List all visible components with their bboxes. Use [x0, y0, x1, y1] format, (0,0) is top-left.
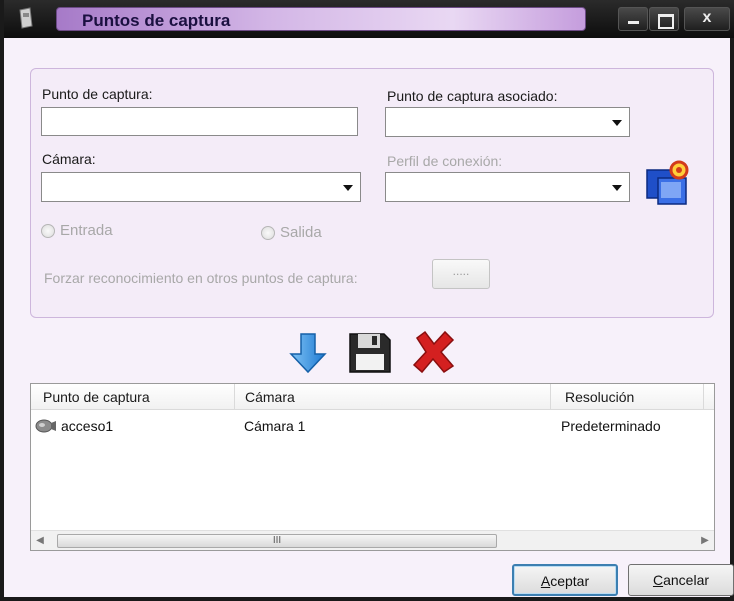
connection-profile-select[interactable]	[385, 172, 630, 202]
associated-point-select[interactable]	[385, 107, 630, 137]
delete-x-icon[interactable]	[409, 328, 457, 376]
list-row[interactable]: acceso1 Cámara 1 Predeterminado	[31, 414, 714, 438]
close-button[interactable]: x	[684, 7, 730, 31]
chevron-down-icon	[612, 185, 622, 191]
scroll-right-icon[interactable]: ▶	[696, 531, 714, 551]
column-header-resolution[interactable]: Resolución	[551, 384, 704, 410]
connection-profile-icon[interactable]	[643, 158, 691, 206]
title-bar[interactable]: Puntos de captura x	[4, 0, 734, 38]
row-camera-cell: Cámara 1	[244, 418, 306, 434]
accept-label: ceptar	[550, 573, 590, 589]
row-resolution-cell: Predeterminado	[561, 418, 661, 434]
list-header: Punto de captura Cámara Resolución	[31, 384, 714, 410]
column-header-point[interactable]: Punto de captura	[31, 384, 235, 410]
capture-point-input[interactable]	[41, 107, 358, 136]
maximize-button[interactable]	[649, 7, 679, 31]
associated-point-label: Punto de captura asociado:	[387, 88, 558, 104]
camera-label: Cámara:	[42, 151, 96, 167]
column-header-camera[interactable]: Cámara	[235, 384, 551, 410]
capture-points-list[interactable]: Punto de captura Cámara Resolución acces…	[30, 383, 715, 551]
chevron-down-icon	[343, 185, 353, 191]
row-point-cell: acceso1	[61, 418, 114, 434]
save-disk-icon[interactable]	[346, 328, 394, 376]
scroll-left-icon[interactable]: ◀	[31, 531, 49, 551]
scroll-thumb[interactable]: III	[57, 534, 497, 548]
accept-button[interactable]: Aceptar	[512, 564, 618, 596]
down-arrow-icon[interactable]	[285, 328, 333, 376]
chevron-down-icon	[612, 120, 622, 126]
app-icon	[19, 7, 33, 29]
salida-radio[interactable]	[261, 226, 275, 240]
camera-icon	[35, 419, 56, 433]
cancel-button[interactable]: Cancelar	[628, 564, 734, 596]
accept-mnemonic: A	[540, 573, 551, 589]
cancel-label: ancelar	[663, 572, 710, 588]
connection-profile-label: Perfil de conexión:	[387, 153, 503, 169]
dialog-window: Puntos de captura x Punto de captura: Pu…	[0, 0, 734, 601]
capture-point-label: Punto de captura:	[42, 86, 153, 102]
entrada-radio[interactable]	[41, 224, 55, 238]
camera-select[interactable]	[41, 172, 361, 202]
force-recognition-button[interactable]: .....	[432, 259, 490, 289]
entrada-label: Entrada	[60, 222, 113, 239]
force-recognition-label: Forzar reconocimiento en otros puntos de…	[44, 270, 358, 286]
minimize-button[interactable]	[618, 7, 648, 31]
cancel-mnemonic: C	[652, 572, 664, 588]
salida-label: Salida	[280, 224, 322, 241]
horizontal-scrollbar[interactable]: ◀ III ▶	[31, 530, 714, 550]
window-title: Puntos de captura	[82, 11, 231, 30]
